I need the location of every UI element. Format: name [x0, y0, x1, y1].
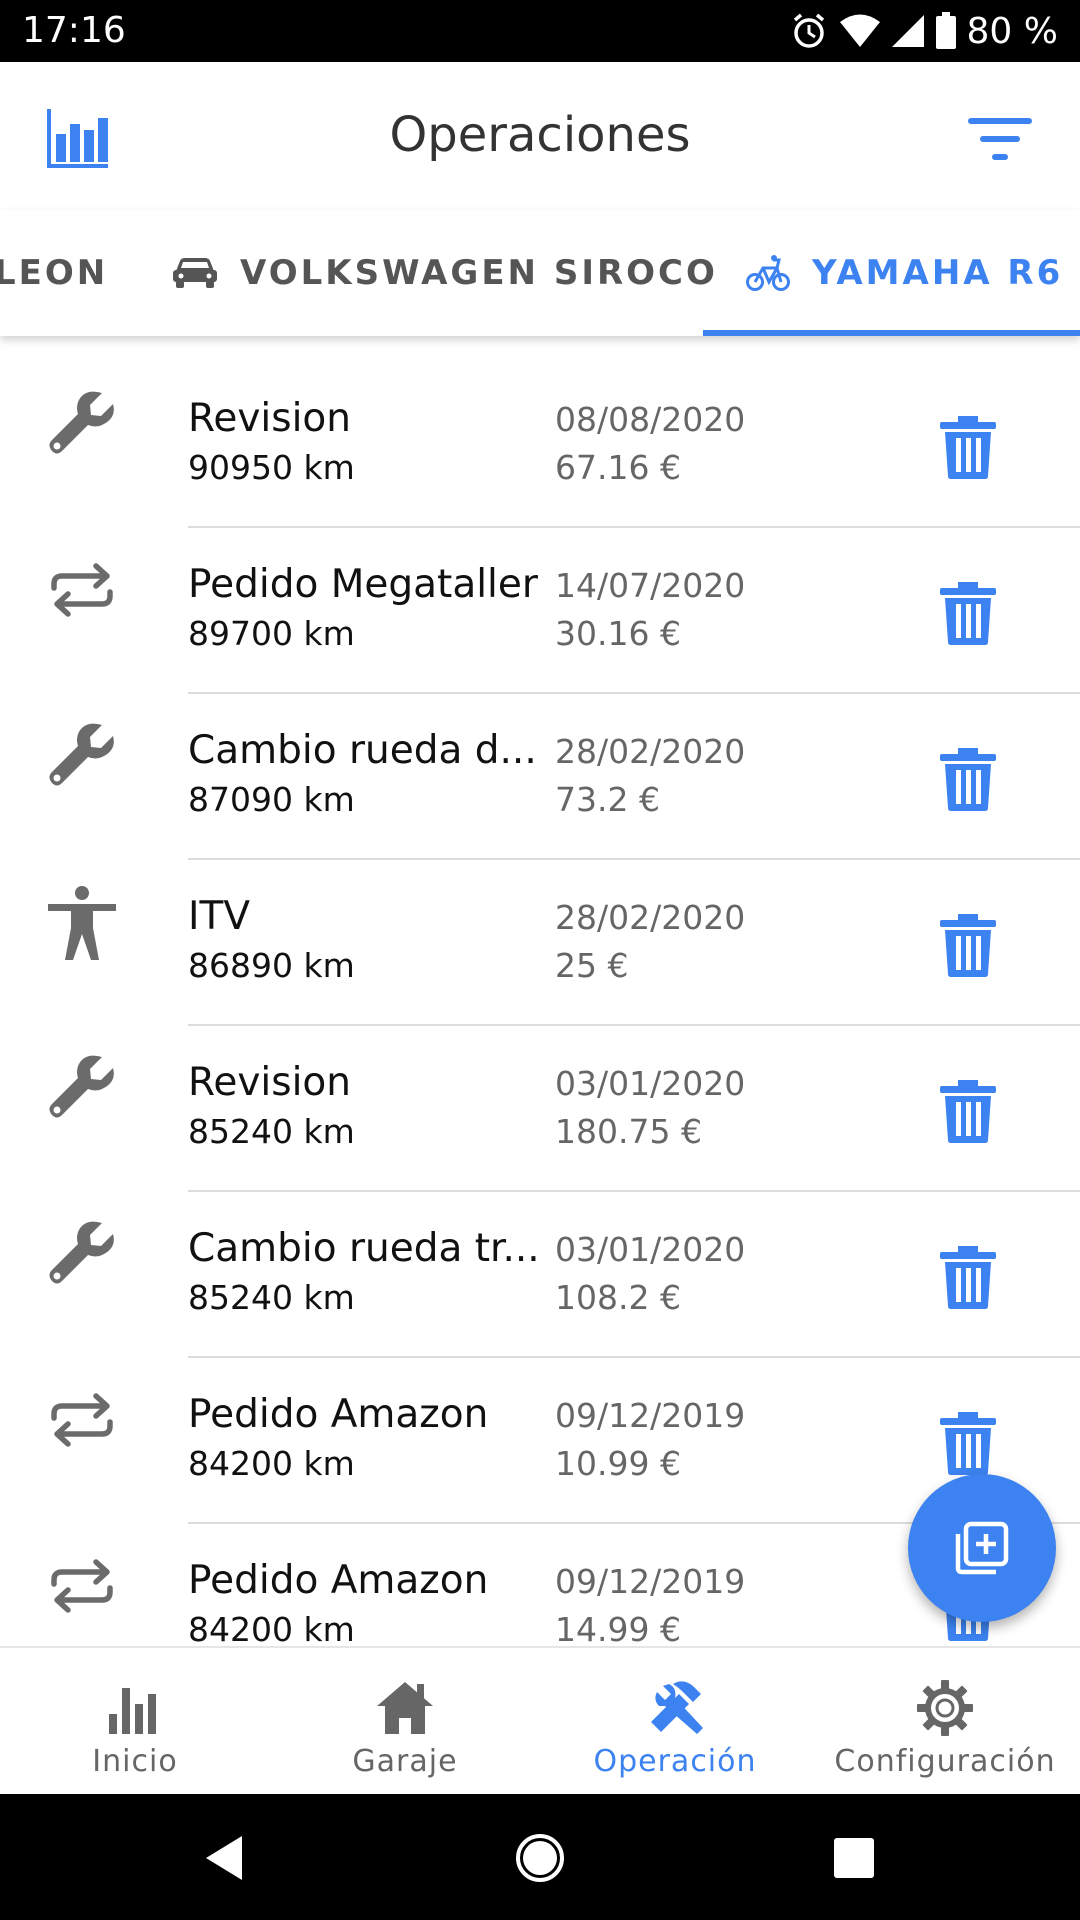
- trash-icon[interactable]: [938, 580, 998, 646]
- tools-icon: [651, 1681, 703, 1734]
- nav-label: Operación: [593, 1744, 757, 1779]
- nav-label: Garaje: [352, 1744, 458, 1779]
- nav-item-inicio[interactable]: Inicio: [0, 1648, 270, 1796]
- signal-icon: [891, 15, 924, 47]
- operation-km: 85240 km: [188, 1112, 355, 1151]
- tab-yamaha-r6[interactable]: YAMAHA R6: [746, 210, 1063, 336]
- wifi-icon: [839, 14, 880, 47]
- operation-title: Pedido Amazon: [188, 1558, 489, 1603]
- operation-price: 108.2 €: [555, 1278, 681, 1317]
- trash-icon[interactable]: [938, 1078, 998, 1144]
- operation-price: 30.16 €: [555, 614, 681, 653]
- app-bar: Operaciones: [0, 62, 1080, 210]
- operation-price: 10.99 €: [555, 1444, 681, 1483]
- operation-price: 180.75 €: [555, 1112, 702, 1151]
- operation-km: 87090 km: [188, 780, 355, 819]
- page-title: Operaciones: [389, 107, 691, 163]
- car-icon: [173, 258, 217, 288]
- home-icon: [377, 1682, 433, 1734]
- operation-date: 09/12/2019: [555, 1396, 746, 1435]
- add-copy-icon: [955, 1521, 1009, 1575]
- wrench-icon: [49, 723, 114, 786]
- operation-price: 25 €: [555, 946, 629, 985]
- operation-price: 14.99 €: [555, 1610, 681, 1646]
- alarm-icon: [793, 13, 824, 48]
- operation-title: Pedido Amazon: [188, 1392, 489, 1437]
- filter-button[interactable]: [966, 112, 1036, 168]
- operation-title: ITV: [188, 894, 251, 939]
- operation-date: 08/08/2020: [555, 400, 746, 439]
- status-icons: 80 %: [789, 8, 1058, 54]
- nav-item-configuracion[interactable]: Configuración: [810, 1648, 1080, 1796]
- operations-list: Revision 90950 km 08/08/2020 67.16 € Ped…: [0, 336, 1080, 1646]
- operation-km: 89700 km: [188, 614, 355, 653]
- operation-title: Revision: [188, 1060, 351, 1105]
- back-icon[interactable]: [198, 1830, 254, 1886]
- operation-date: 03/01/2020: [555, 1230, 746, 1269]
- person-icon: [48, 886, 116, 960]
- nav-label: Inicio: [92, 1744, 178, 1779]
- operation-price: 67.16 €: [555, 448, 681, 487]
- bicycle-icon: [746, 255, 790, 291]
- home-circle-icon[interactable]: [512, 1830, 568, 1886]
- nav-item-operacion[interactable]: Operación: [540, 1648, 810, 1796]
- trash-icon[interactable]: [938, 746, 998, 812]
- nav-item-garaje[interactable]: Garaje: [270, 1648, 540, 1796]
- swap-icon: [51, 1393, 113, 1447]
- add-operation-button[interactable]: [908, 1474, 1056, 1622]
- operation-title: Revision: [188, 396, 351, 441]
- trash-icon[interactable]: [938, 414, 998, 480]
- wrench-icon: [49, 391, 114, 454]
- recents-icon[interactable]: [826, 1830, 882, 1886]
- battery-icon: [935, 12, 956, 49]
- bar-chart-icon: [109, 1688, 156, 1734]
- operation-row[interactable]: Revision 85240 km 03/01/2020 180.75 €: [0, 1000, 1080, 1192]
- operation-row[interactable]: ITV 86890 km 28/02/2020 25 €: [0, 834, 1080, 1026]
- operation-date: 09/12/2019: [555, 1562, 746, 1601]
- filter-icon: [968, 118, 1032, 160]
- operation-km: 84200 km: [188, 1444, 355, 1483]
- operation-title: Cambio rueda tr...: [188, 1226, 540, 1271]
- vehicle-tabs: LEON VOLKSWAGEN SIROCO YAMAHA R6: [0, 210, 1080, 336]
- operation-km: 90950 km: [188, 448, 355, 487]
- operation-price: 73.2 €: [555, 780, 660, 819]
- operation-km: 84200 km: [188, 1610, 355, 1646]
- active-tab-indicator: [703, 330, 1080, 336]
- operation-row[interactable]: Cambio rueda d... 87090 km 28/02/2020 73…: [0, 668, 1080, 860]
- operation-date: 28/02/2020: [555, 732, 746, 771]
- operation-date: 14/07/2020: [555, 566, 746, 605]
- tab-label: VOLKSWAGEN SIROCO: [240, 253, 718, 293]
- operation-km: 86890 km: [188, 946, 355, 985]
- operation-row[interactable]: Cambio rueda tr... 85240 km 03/01/2020 1…: [0, 1166, 1080, 1358]
- status-time: 17:16: [22, 10, 126, 51]
- status-bar: 17:16 80 %: [0, 0, 1080, 62]
- wrench-icon: [49, 1055, 114, 1118]
- trash-icon[interactable]: [938, 912, 998, 978]
- swap-icon: [51, 1559, 113, 1613]
- tab-leon[interactable]: LEON: [0, 210, 108, 336]
- tab-label: YAMAHA R6: [812, 253, 1064, 293]
- gear-icon: [917, 1680, 973, 1736]
- battery-percentage: 80 %: [966, 10, 1058, 52]
- operation-date: 03/01/2020: [555, 1064, 746, 1103]
- tab-volkswagen-siroco[interactable]: VOLKSWAGEN SIROCO: [172, 210, 718, 336]
- system-navigation-bar: [0, 1794, 1080, 1920]
- operation-row[interactable]: Pedido Amazon 84200 km 09/12/2019 10.99 …: [0, 1332, 1080, 1524]
- wrench-icon: [49, 1221, 114, 1284]
- operation-title: Cambio rueda d...: [188, 728, 537, 773]
- operation-row[interactable]: Revision 90950 km 08/08/2020 67.16 €: [0, 336, 1080, 528]
- trash-icon[interactable]: [938, 1244, 998, 1310]
- operation-title: Pedido Megataller: [188, 562, 538, 607]
- tab-label: LEON: [0, 253, 109, 293]
- bottom-navigation: Inicio Garaje Operación Configuración: [0, 1646, 1080, 1794]
- nav-label: Configuración: [834, 1744, 1056, 1779]
- trash-icon[interactable]: [938, 1410, 998, 1476]
- operation-row[interactable]: Pedido Megataller 89700 km 14/07/2020 30…: [0, 502, 1080, 694]
- swap-icon: [51, 563, 113, 617]
- operation-km: 85240 km: [188, 1278, 355, 1317]
- operation-date: 28/02/2020: [555, 898, 746, 937]
